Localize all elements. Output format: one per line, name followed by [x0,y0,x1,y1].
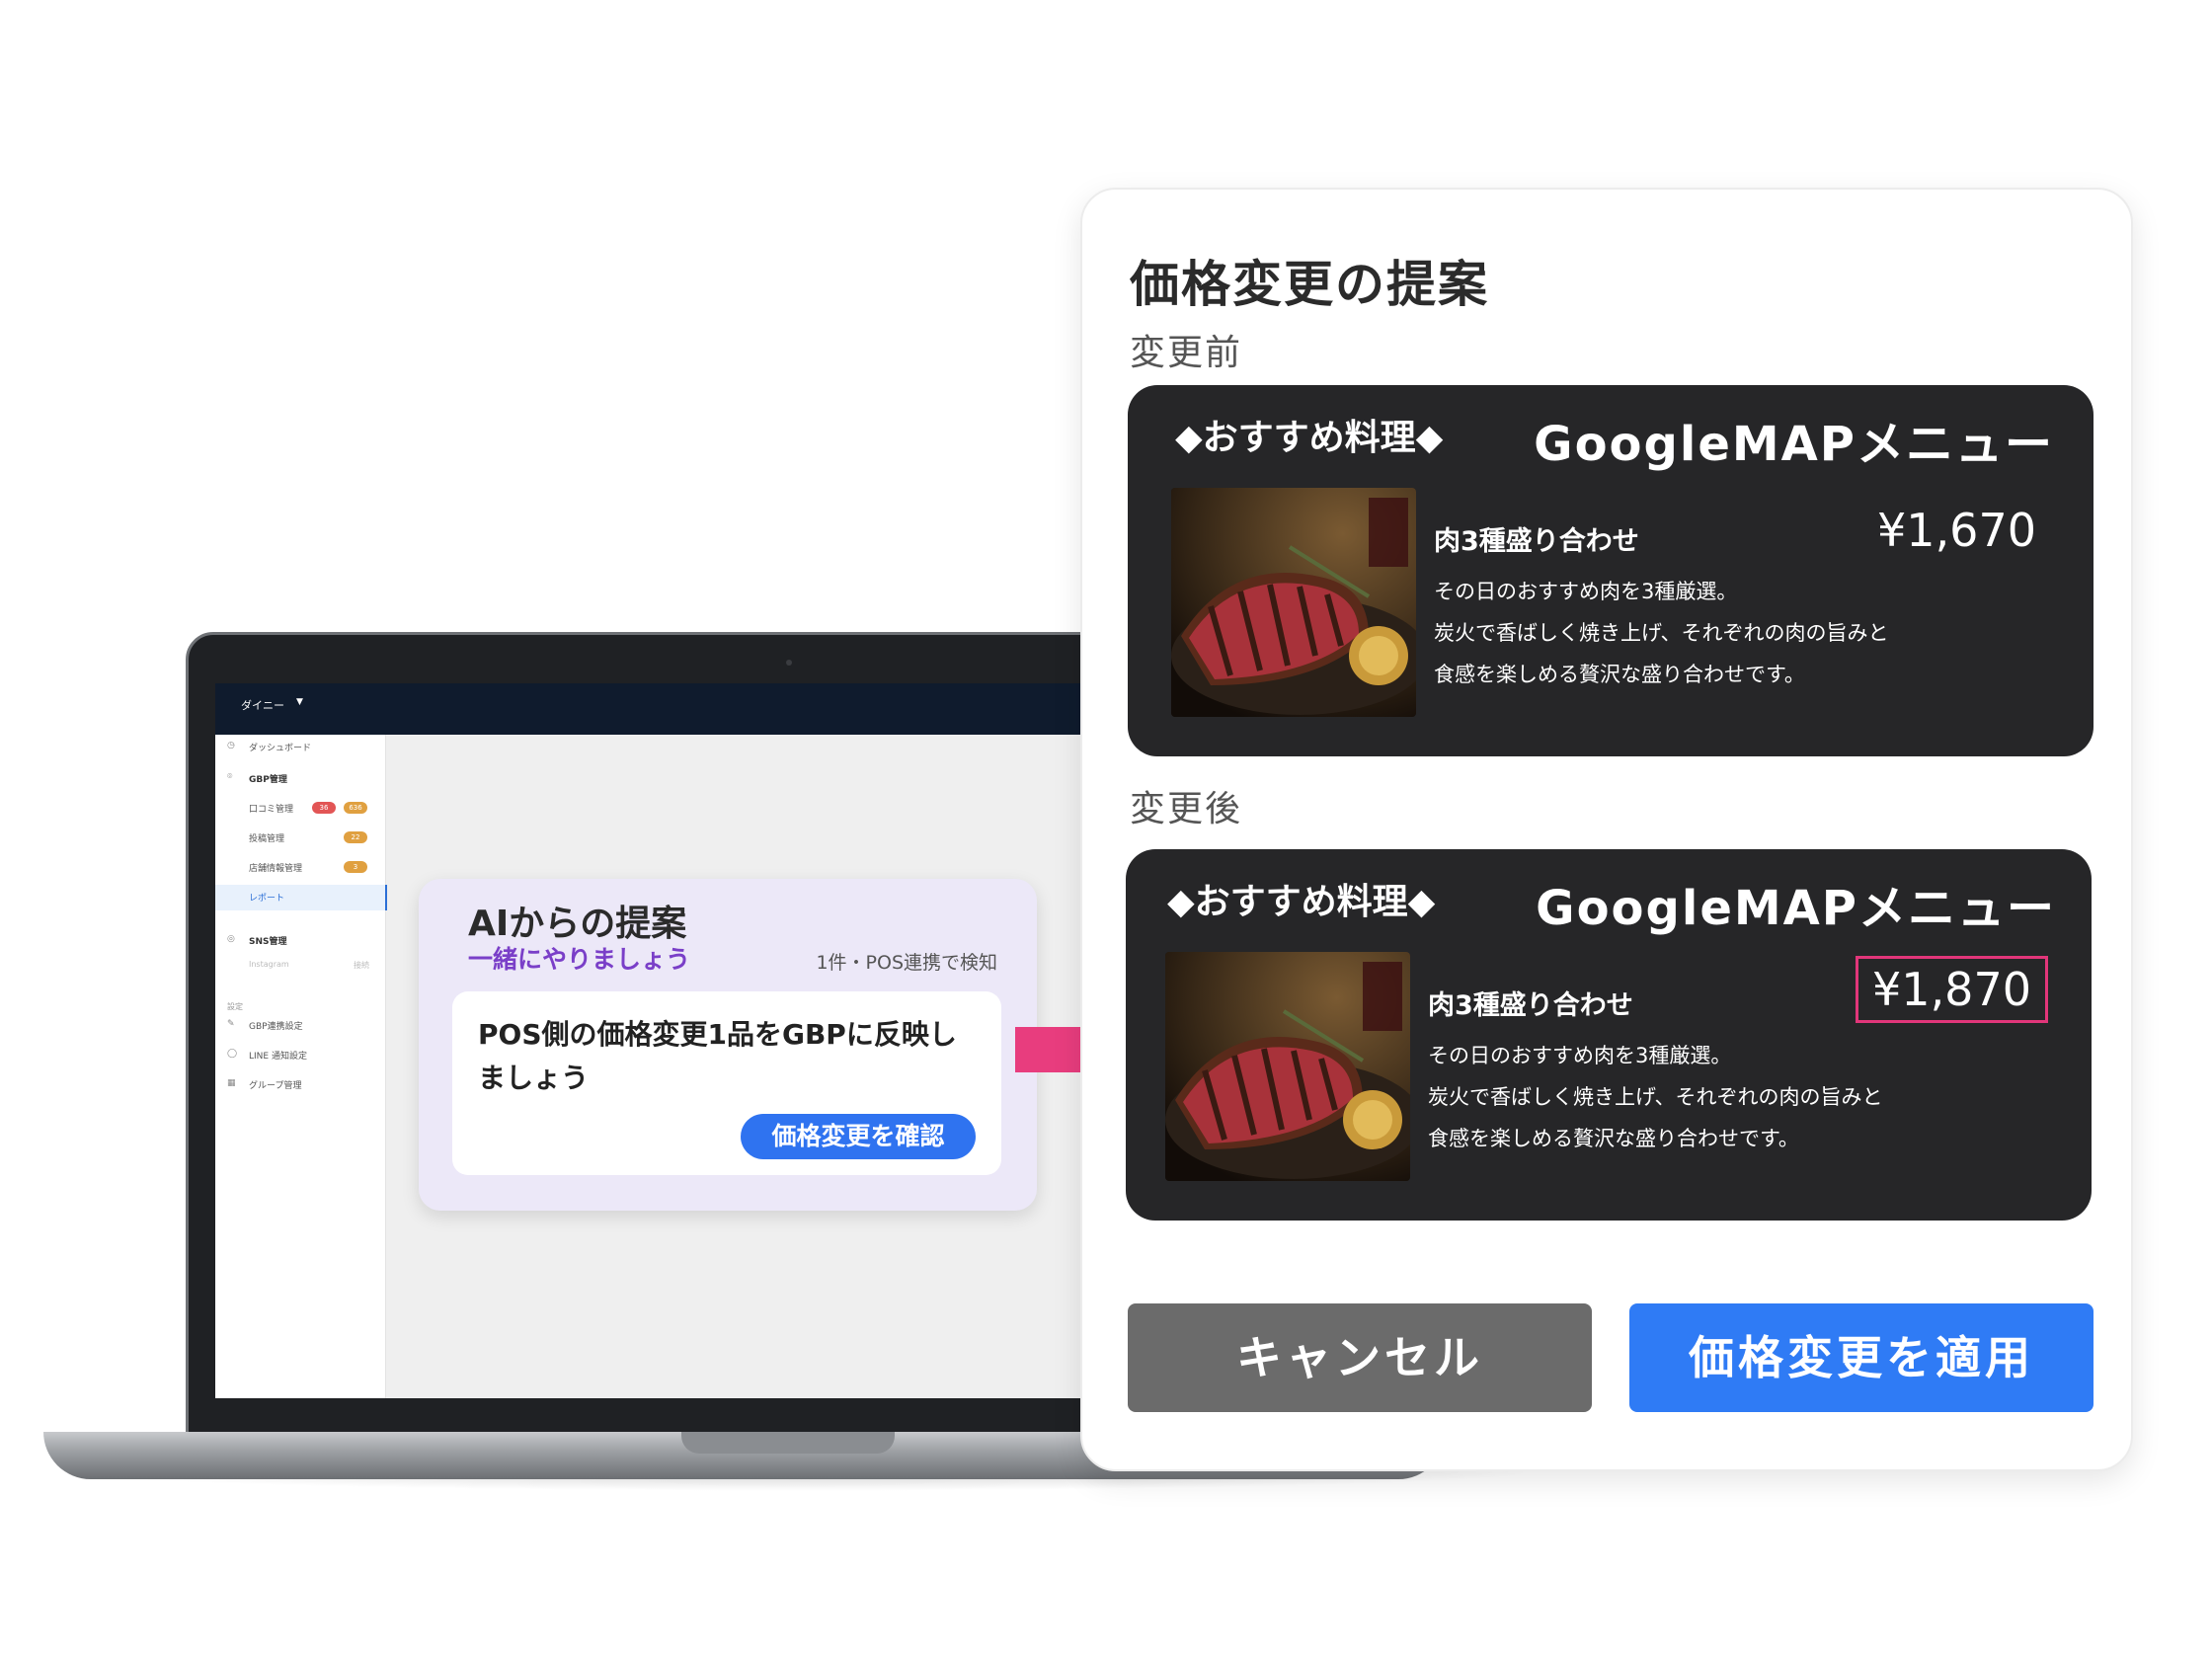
sidebar-item-label: GBP管理 [249,775,287,785]
description-line: 食感を楽しめる贅沢な盛り合わせです。 [1428,1127,1799,1150]
count-badge: 36 [312,802,336,814]
sidebar-item-label: 店舗情報管理 [249,864,303,874]
description-line: 炭火で香ばしく焼き上げ、それぞれの肉の旨みと [1428,1085,1883,1109]
menu-source-label: GoogleMAPメニュー [1536,881,2056,936]
ai-card-subtitle: 一緒にやりましょう [468,945,691,974]
menu-item-description: その日のおすすめ肉を3種厳選。 炭火で香ばしく焼き上げ、それぞれの肉の旨みと 食… [1434,571,2066,695]
count-badge: 636 [344,802,367,814]
count-badge: 3 [344,861,367,873]
count-badge: 22 [344,831,367,843]
menu-item-price: ¥1,670 [1877,504,2036,557]
ai-suggestion-card: AIからの提案 一緒にやりましょう 1件・POS連携で検知 POS側の価格変更1… [419,879,1037,1211]
ai-message: POS側の価格変更1品をGBPに反映しましょう [478,1018,957,1094]
after-label: 変更後 [1130,789,1243,829]
sidebar-item-gbp-settings[interactable]: ✎ GBP連携設定 [215,1013,385,1039]
sidebar-item-gbp[interactable]: ⌾ GBP管理 [215,766,385,792]
menu-card-after: ◆おすすめ料理◆ GoogleMAPメニュー 肉3種盛り合わせ ¥1,870 そ… [1126,849,2092,1221]
menu-item-name: 肉3種盛り合わせ [1434,526,1639,557]
description-line: 炭火で香ばしく焼き上げ、それぞれの肉の旨みと [1434,621,1889,645]
sidebar-item-label: ダッシュボード [249,744,312,753]
sidebar-item-label: グループ管理 [249,1081,302,1091]
menu-source-label: GoogleMAPメニュー [1534,417,2054,472]
sidebar-item-posts[interactable]: 投稿管理 22 [215,826,385,851]
link-icon: ✎ [227,1019,235,1029]
menu-item-description: その日のおすすめ肉を3種厳選。 炭火で香ばしく焼き上げ、それぞれの肉の旨みと 食… [1428,1035,2060,1159]
menu-item-photo [1171,488,1416,717]
confirm-price-change-button[interactable]: 価格変更を確認 [741,1114,976,1159]
sidebar-item-line-settings[interactable]: ◯ LINE 通知設定 [215,1043,385,1068]
sidebar-item-dashboard[interactable]: ◷ ダッシュボード [215,735,385,760]
chevron-down-icon[interactable]: ▼ [296,697,303,707]
sidebar-item-label: Instagram [249,960,289,969]
menu-card-before: ◆おすすめ料理◆ GoogleMAPメニュー 肉3種盛り合わせ ¥1,670 そ… [1128,385,2094,756]
chat-icon: ◯ [227,1049,238,1059]
camera-dot [786,660,792,666]
dashboard-icon: ◷ [227,741,235,750]
modal-title: 価格変更の提案 [1130,256,1489,313]
sidebar-item-label: GBP連携設定 [249,1022,303,1032]
sidebar-item-label: 投稿管理 [249,834,285,844]
description-line: その日のおすすめ肉を3種厳選。 [1434,580,1738,603]
sidebar-item-report[interactable]: レポート [215,885,387,910]
sidebar-item-label: レポート [249,894,285,904]
menu-section-title: ◆おすすめ料理◆ [1175,418,1444,458]
before-label: 変更前 [1130,333,1243,373]
menu-item-photo [1165,952,1410,1181]
sidebar-item-label: 口コミ管理 [249,805,294,815]
cancel-button[interactable]: キャンセル [1128,1303,1592,1412]
pin-icon: ⌾ [227,772,233,782]
sidebar-item-reviews[interactable]: 口コミ管理 36 636 [215,796,385,822]
sidebar-item-instagram[interactable]: Instagram 接続 [215,954,385,980]
ai-card-meta: 1件・POS連携で検知 [816,952,997,974]
connection-status: 接続 [354,961,369,970]
sidebar-item-groups[interactable]: ▦ グループ管理 [215,1072,385,1098]
sidebar-item-store-info[interactable]: 店舗情報管理 3 [215,855,385,881]
ai-card-title: AIからの提案 [468,904,687,944]
settings-section-label: 設定 [227,1002,243,1011]
laptop-notch [681,1432,895,1454]
ai-message-box: POS側の価格変更1品をGBPに反映しましょう 価格変更を確認 [452,991,1001,1175]
instagram-icon: ◎ [227,934,235,944]
sidebar-item-label: SNS管理 [249,937,287,947]
apply-price-change-button[interactable]: 価格変更を適用 [1629,1303,2094,1412]
sidebar: ◷ ダッシュボード ⌾ GBP管理 口コミ管理 36 636 投稿管理 22 店… [215,735,387,1398]
grid-icon: ▦ [227,1078,236,1088]
sidebar-item-sns[interactable]: ◎ SNS管理 [215,928,385,954]
description-line: その日のおすすめ肉を3種厳選。 [1428,1044,1732,1067]
description-line: 食感を楽しめる贅沢な盛り合わせです。 [1434,663,1805,686]
sidebar-item-label: LINE 通知設定 [249,1052,307,1062]
menu-section-title: ◆おすすめ料理◆ [1167,882,1436,922]
org-switcher[interactable]: ダイニー [241,697,284,713]
menu-item-name: 肉3種盛り合わせ [1428,990,1633,1021]
price-change-modal: 価格変更の提案 変更前 ◆おすすめ料理◆ GoogleMAPメニュー 肉3種盛り… [1080,188,2133,1471]
menu-item-price-highlighted: ¥1,870 [1856,956,2048,1023]
